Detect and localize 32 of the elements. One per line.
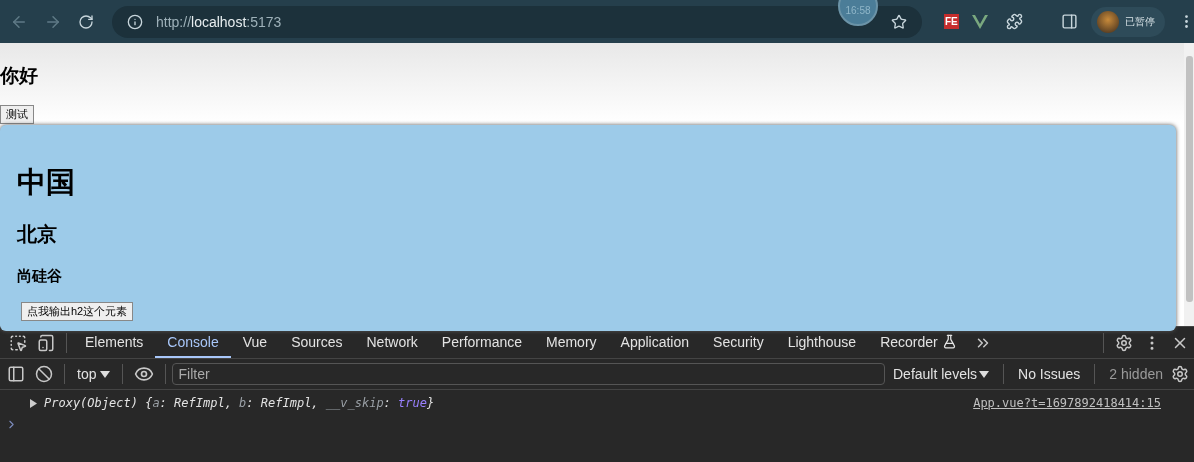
devtools-tab[interactable]: Recorder (868, 327, 969, 358)
page-heading: 你好 (0, 64, 39, 88)
panel-title: 中国 (17, 165, 76, 200)
flask-icon (941, 334, 957, 349)
devtools-tab[interactable]: Console (155, 327, 231, 358)
devtools-tab[interactable]: Lighthouse (775, 327, 869, 358)
caret-icon (979, 370, 990, 378)
devtools-tab[interactable]: Memory (534, 327, 609, 358)
caret-icon (100, 370, 111, 378)
scrollbar[interactable] (1184, 43, 1194, 326)
test-button[interactable]: 测试 (0, 105, 34, 124)
extension-icon[interactable]: FE (944, 14, 959, 29)
source-link[interactable]: App.vue?t=1697892418414:15 (973, 396, 1161, 410)
devtools-tab[interactable]: Sources (279, 327, 355, 358)
devtools-tab[interactable]: Security (701, 327, 776, 358)
log-message: Proxy(Object) {a: RefImpl, b: RefImpl, __v_skip: true} (44, 396, 436, 410)
devtools-tab[interactable]: Elements (73, 327, 156, 358)
panel-subtitle: 北京 (17, 222, 58, 247)
devtools-tab[interactable]: Application (608, 327, 702, 358)
levels-dropdown[interactable]: Default levels (885, 366, 998, 382)
avatar (1096, 10, 1119, 33)
profile-button[interactable]: 已暂停 (1090, 6, 1165, 37)
context-select[interactable]: top (71, 366, 117, 382)
filter-field[interactable]: Filter (172, 363, 885, 385)
devtools-tab[interactable]: Performance (429, 327, 534, 358)
hidden-count: 2 hidden (1108, 366, 1164, 382)
devtools-tab[interactable]: Network (354, 327, 430, 358)
output-button[interactable]: 点我输出h2这个元素 (21, 302, 134, 321)
panel-caption: 尚硅谷 (17, 267, 63, 286)
expand-icon[interactable] (30, 398, 38, 408)
devtools-tab[interactable]: Vue (230, 327, 280, 358)
issues-button[interactable]: No Issues (1010, 366, 1089, 382)
